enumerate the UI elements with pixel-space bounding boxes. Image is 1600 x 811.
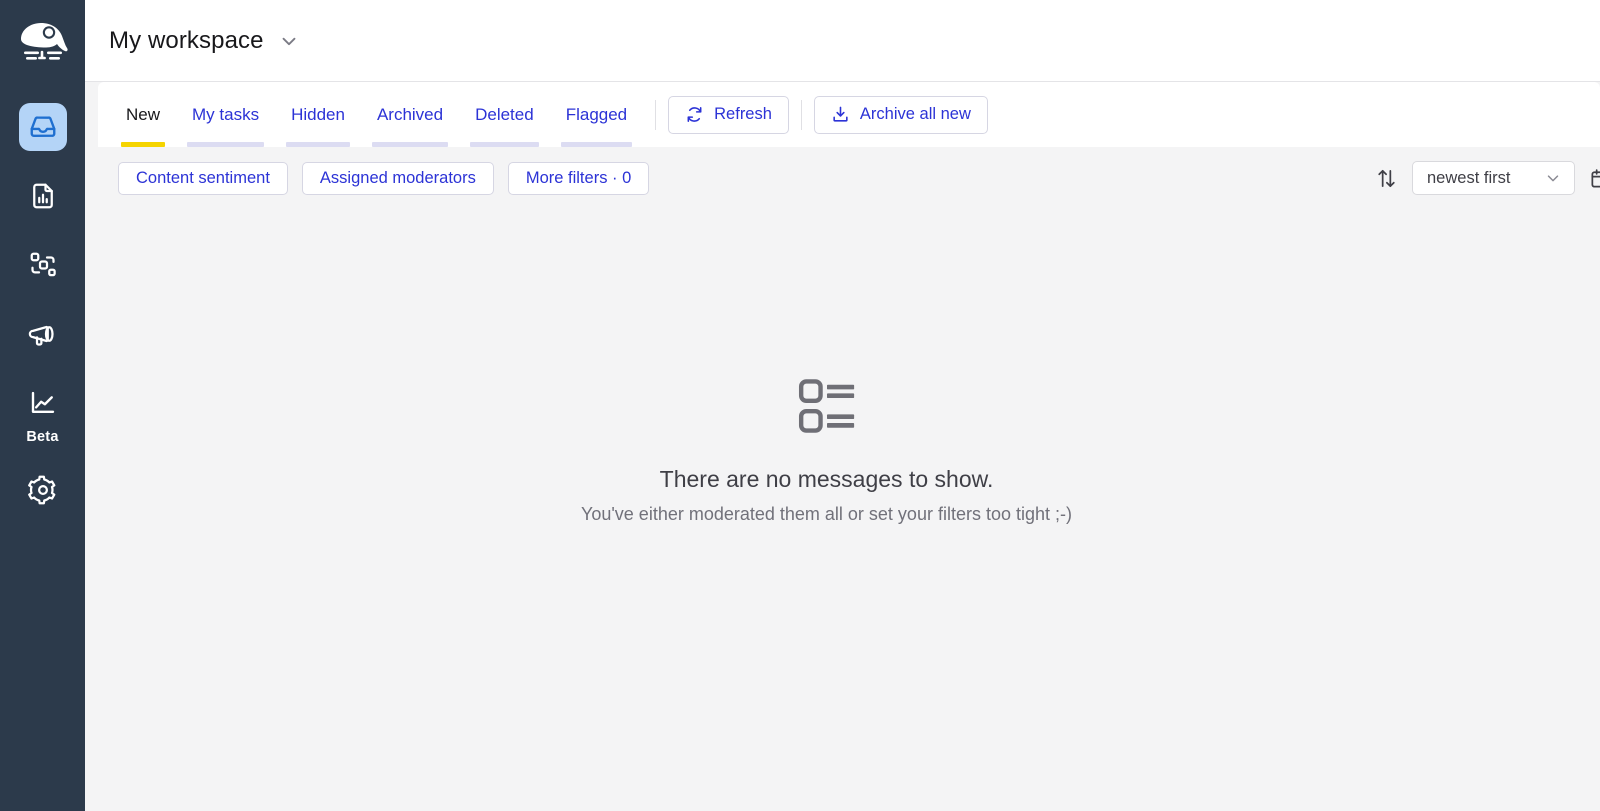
filter-more-filters-label: More filters · 0	[525, 168, 632, 187]
empty-state-title: There are no messages to show.	[659, 466, 994, 492]
tab-deleted[interactable]: Deleted	[459, 82, 550, 147]
toolbar-divider-2	[800, 99, 802, 130]
filter-content-sentiment[interactable]: Content sentiment	[118, 161, 288, 195]
workspace-switcher-button[interactable]	[278, 30, 300, 52]
analytics-beta-badge: Beta	[26, 429, 59, 445]
refresh-button-label: Refresh	[714, 105, 772, 123]
calendar-icon	[1591, 168, 1600, 188]
tab-flagged[interactable]: Flagged	[550, 82, 643, 147]
tab-new-underline	[121, 142, 166, 147]
app-logo[interactable]	[0, 0, 85, 82]
tab-flagged-label: Flagged	[565, 104, 628, 124]
tab-new[interactable]: New	[110, 82, 176, 147]
tab-bar: New My tasks Hidden Archived Deleted Fla…	[98, 82, 1600, 147]
megaphone-icon	[28, 325, 54, 346]
tab-archived-underline	[371, 142, 449, 147]
tab-hidden-label: Hidden	[291, 104, 345, 124]
sort-order-select[interactable]: newest first	[1412, 161, 1575, 195]
tab-deleted-underline	[470, 142, 539, 147]
sidebar-item-reports[interactable]	[19, 172, 67, 220]
report-chart-icon	[32, 183, 53, 209]
sidebar: Beta	[0, 0, 85, 811]
filter-assigned-moderators[interactable]: Assigned moderators	[301, 161, 494, 195]
routing-nodes-icon	[30, 252, 56, 277]
mole-logo-icon	[20, 23, 68, 60]
tab-deleted-label: Deleted	[475, 104, 534, 124]
tab-my-tasks-label: My tasks	[192, 104, 260, 124]
workspace-title: My workspace	[109, 26, 264, 54]
tab-hidden[interactable]: Hidden	[275, 82, 361, 147]
tab-list: New My tasks Hidden Archived Deleted Fla…	[110, 82, 643, 147]
archive-all-new-button[interactable]: Archive all new	[813, 95, 988, 134]
filter-content-sentiment-label: Content sentiment	[136, 168, 270, 187]
filter-bar-right: newest first	[1375, 161, 1600, 195]
tab-flagged-underline	[560, 142, 633, 147]
chevron-down-icon	[1547, 175, 1559, 182]
toolbar-divider-1	[655, 99, 657, 130]
empty-state: There are no messages to show. You've ei…	[85, 209, 1568, 811]
empty-state-subtitle: You've either moderated them all or set …	[580, 504, 1072, 524]
date-range-button[interactable]	[1589, 167, 1600, 190]
top-bar: My workspace	[85, 0, 1600, 82]
main-region: My workspace New My tasks Hidden Archive…	[85, 0, 1600, 811]
sidebar-item-analytics-icon-wrap[interactable]	[19, 379, 67, 427]
line-chart-icon	[31, 391, 54, 413]
filter-bar: Content sentiment Assigned moderators Mo…	[85, 147, 1600, 209]
content-area: New My tasks Hidden Archived Deleted Fla…	[85, 82, 1600, 811]
tab-my-tasks-underline	[187, 142, 265, 147]
tab-new-label: New	[126, 104, 161, 124]
chevron-down-icon	[282, 37, 295, 45]
sidebar-item-inbox[interactable]	[18, 103, 67, 151]
filter-assigned-moderators-label: Assigned moderators	[319, 168, 476, 187]
tab-archived[interactable]: Archived	[361, 82, 459, 147]
sidebar-item-settings[interactable]	[19, 466, 67, 514]
refresh-button[interactable]: Refresh	[668, 95, 789, 134]
tab-hidden-underline	[286, 142, 350, 147]
sidebar-item-analytics[interactable]: Beta	[19, 379, 67, 445]
archive-all-new-button-label: Archive all new	[859, 105, 971, 123]
sort-arrows-icon	[1378, 169, 1395, 187]
tab-my-tasks[interactable]: My tasks	[176, 82, 275, 147]
sidebar-item-campaigns[interactable]	[19, 310, 67, 358]
sort-order-value: newest first	[1427, 168, 1511, 187]
empty-state-icon-wrap	[796, 375, 858, 442]
gear-icon	[27, 475, 55, 505]
filter-more-filters[interactable]: More filters · 0	[507, 161, 650, 195]
sort-direction-button[interactable]	[1375, 167, 1398, 190]
tab-archived-label: Archived	[376, 104, 444, 124]
sidebar-item-routing[interactable]	[19, 241, 67, 289]
inbox-icon	[30, 116, 55, 137]
archive-download-icon	[833, 106, 848, 122]
list-items-icon	[798, 379, 854, 433]
app-root: Beta My workspace New My tasks Hidden Ar…	[0, 0, 1600, 811]
refresh-icon	[687, 107, 702, 122]
